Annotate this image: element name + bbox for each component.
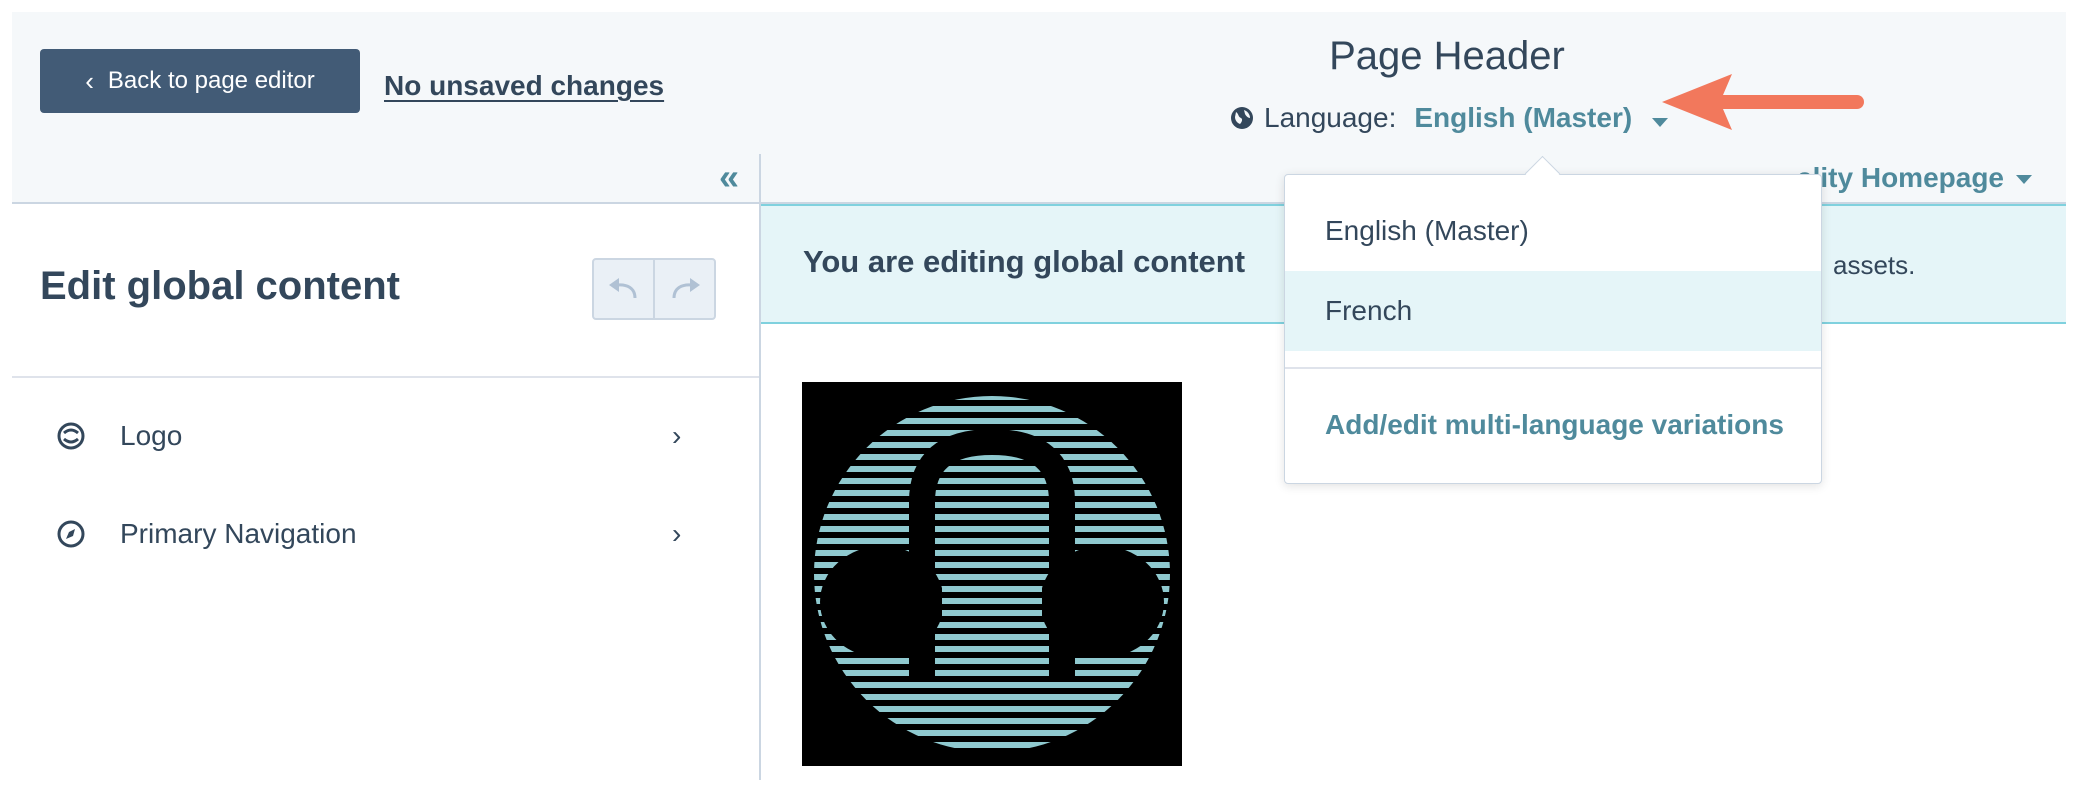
logo-module-icon: [57, 422, 85, 450]
dropdown-divider: [1285, 367, 1821, 369]
undo-arrow-icon: [608, 278, 636, 299]
sidebar-toolbar: «: [12, 154, 759, 204]
annotation-arrow-icon: [1662, 74, 1864, 130]
sidebar-item-label: Logo: [120, 420, 183, 451]
sidebar-title: Edit global content: [40, 264, 400, 308]
headphones-logo-icon: [802, 382, 1182, 766]
caret-down-icon: [2016, 174, 2032, 184]
language-option-english[interactable]: English (Master): [1285, 191, 1821, 271]
logo-image[interactable]: [802, 382, 1182, 766]
language-dropdown-menu: English (Master) French Add/edit multi-l…: [1284, 174, 1822, 484]
sidebar: « Edit global content Logo › Primary Nav…: [12, 154, 761, 780]
top-bar: ‹ Back to page editor No unsaved changes…: [12, 12, 2066, 156]
sidebar-item-logo[interactable]: Logo ›: [12, 396, 759, 476]
globe-icon: [1231, 107, 1253, 129]
page-selector-value: ality Homepage: [1797, 162, 2004, 193]
page-selector[interactable]: ality Homepage: [1797, 162, 2032, 194]
banner-text: You are editing global content: [803, 244, 1246, 279]
language-value: English (Master): [1414, 102, 1633, 133]
undo-icon[interactable]: [594, 260, 653, 318]
language-dropdown-toggle[interactable]: English (Master): [1414, 102, 1668, 134]
page-title: Page Header: [1329, 34, 1565, 78]
chevron-right-icon: ›: [672, 518, 682, 549]
back-to-page-editor-button[interactable]: ‹ Back to page editor: [40, 49, 360, 113]
collapse-sidebar-icon[interactable]: «: [719, 156, 739, 198]
save-status-link[interactable]: No unsaved changes: [384, 70, 664, 102]
sidebar-header: Edit global content: [12, 204, 759, 378]
chevron-right-icon: ›: [672, 420, 682, 451]
back-button-label: Back to page editor: [107, 67, 315, 94]
sidebar-item-primary-navigation[interactable]: Primary Navigation ›: [12, 494, 759, 574]
sidebar-item-label: Primary Navigation: [120, 518, 357, 549]
language-selector: Language: English (Master): [1230, 102, 1668, 134]
language-option-french[interactable]: French: [1285, 271, 1821, 351]
app-window: ‹ Back to page editor No unsaved changes…: [12, 12, 2066, 780]
redo-arrow-icon: [672, 278, 700, 299]
language-label: Language:: [1264, 102, 1397, 133]
undo-redo-group: [592, 258, 716, 320]
redo-icon[interactable]: [653, 260, 714, 318]
compass-icon: [57, 520, 85, 548]
banner-tail-text: assets.: [1833, 250, 1916, 280]
add-edit-variations-link[interactable]: Add/edit multi-language variations: [1325, 409, 1784, 441]
chevron-left-icon: ‹: [85, 66, 94, 96]
